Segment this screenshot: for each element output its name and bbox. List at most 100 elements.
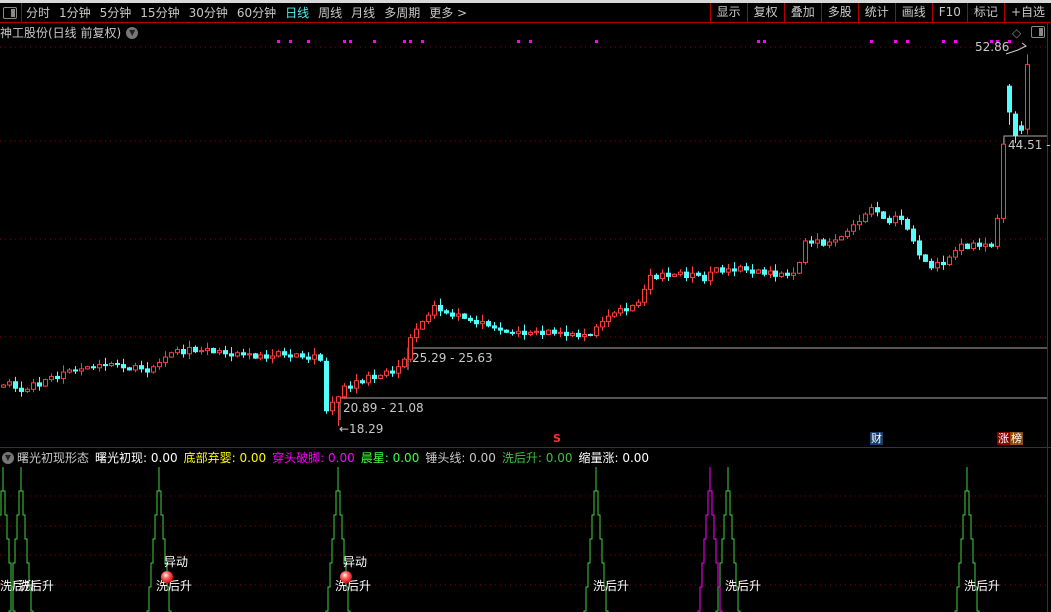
candle-down bbox=[989, 243, 994, 247]
candle-up bbox=[1001, 143, 1006, 219]
candle-up bbox=[133, 365, 138, 371]
signal-dot bbox=[343, 40, 346, 43]
indicator-name[interactable]: 曙光初现形态 bbox=[17, 449, 89, 466]
candle-up bbox=[797, 261, 802, 274]
wash-rise-label: 洗后升 bbox=[593, 579, 630, 593]
candle-up bbox=[803, 240, 808, 263]
candle-up bbox=[7, 381, 12, 386]
candle-down bbox=[498, 327, 503, 331]
candle-up bbox=[151, 366, 156, 373]
red-ball-icon bbox=[161, 571, 173, 583]
candle-down bbox=[821, 239, 826, 246]
candle-up bbox=[959, 243, 964, 252]
signal-dot bbox=[277, 40, 280, 43]
candle-up bbox=[420, 321, 425, 330]
candle-down bbox=[288, 354, 293, 358]
candle-up bbox=[402, 358, 407, 368]
candle-up bbox=[235, 352, 240, 357]
candle-down bbox=[444, 310, 449, 314]
kline-chart[interactable] bbox=[0, 0, 1051, 612]
candle-up bbox=[432, 304, 437, 316]
candle-up bbox=[612, 312, 617, 317]
signal-dot bbox=[307, 40, 310, 43]
candle-up bbox=[25, 388, 30, 392]
finance-marker[interactable]: 财 bbox=[870, 432, 883, 445]
candle-up bbox=[396, 366, 401, 374]
indicator-header: ▼ 曙光初现形态 曙光初现: 0.00 底部弃婴: 0.00 穿头破脚: 0.0… bbox=[0, 449, 655, 466]
candle-up bbox=[157, 361, 162, 368]
abnormal-move-label: 异动 bbox=[343, 555, 368, 569]
candle-down bbox=[762, 269, 767, 275]
engulfing-spike bbox=[709, 467, 723, 612]
candle-down bbox=[127, 367, 132, 371]
candle-up bbox=[708, 271, 713, 282]
candle-up bbox=[606, 315, 611, 323]
signal-dot bbox=[870, 40, 873, 43]
candle-up bbox=[247, 353, 252, 356]
candle-down bbox=[253, 353, 258, 359]
ranking-marker[interactable]: 榜 bbox=[1010, 432, 1023, 445]
signal-dot bbox=[421, 40, 424, 43]
candle-down bbox=[121, 364, 126, 369]
panel-toggle-icon[interactable] bbox=[1031, 26, 1045, 38]
candle-down bbox=[977, 242, 982, 247]
candle-up bbox=[833, 239, 838, 243]
signal-dot bbox=[403, 40, 406, 43]
candle-down bbox=[1019, 125, 1024, 131]
candle-up bbox=[863, 213, 868, 223]
candle-up bbox=[205, 347, 210, 352]
candle-down bbox=[306, 356, 311, 360]
wash-rise-label: 洗后升 bbox=[18, 579, 55, 593]
candle-down bbox=[887, 217, 892, 224]
candle-down bbox=[773, 270, 778, 277]
limit-up-marker[interactable]: 涨 bbox=[997, 432, 1010, 445]
candle-down bbox=[474, 319, 479, 325]
candle-down bbox=[13, 381, 18, 389]
signal-dot bbox=[763, 40, 766, 43]
candle-up bbox=[354, 380, 359, 389]
candle-up bbox=[85, 366, 90, 370]
candle-down bbox=[540, 330, 545, 335]
s-marker[interactable]: S bbox=[552, 432, 562, 445]
candle-up bbox=[714, 267, 719, 273]
candle-down bbox=[372, 374, 377, 380]
candle-down bbox=[929, 260, 934, 269]
candle-up bbox=[169, 352, 174, 358]
signal-dot bbox=[942, 40, 945, 43]
candle-up bbox=[378, 374, 383, 380]
signal-dot bbox=[757, 40, 760, 43]
engulfing-spike bbox=[697, 467, 711, 612]
diamond-icon[interactable]: ◇ bbox=[1012, 26, 1021, 40]
signal-dot bbox=[289, 40, 292, 43]
candle-down bbox=[492, 325, 497, 329]
candle-up bbox=[630, 304, 635, 312]
candle-up bbox=[336, 396, 341, 403]
candle-down bbox=[965, 243, 970, 249]
candle-down bbox=[899, 215, 904, 220]
candle-up bbox=[258, 354, 263, 359]
high-price-label: 52.86 bbox=[975, 40, 1010, 54]
candle-up bbox=[690, 272, 695, 278]
candle-up bbox=[953, 250, 958, 258]
candle-up bbox=[217, 350, 222, 354]
candle-up bbox=[738, 266, 743, 272]
candle-up bbox=[845, 230, 850, 238]
candle-up bbox=[456, 313, 461, 317]
candle-down bbox=[264, 354, 269, 359]
wash-rise-label: 洗后升 bbox=[964, 579, 1001, 593]
candle-down bbox=[450, 312, 455, 317]
indicator-value-morning-star: 晨星: 0.00 bbox=[360, 451, 420, 465]
candle-down bbox=[666, 272, 671, 277]
candle-down bbox=[522, 330, 527, 335]
candle-down bbox=[91, 366, 96, 369]
candle-down bbox=[1007, 85, 1012, 113]
gap-low-label: 20.89 - 21.08 bbox=[343, 401, 424, 415]
red-ball-icon bbox=[340, 571, 352, 583]
candle-down bbox=[282, 351, 287, 356]
candle-down bbox=[785, 272, 790, 276]
indicator-menu-icon[interactable]: ▼ bbox=[2, 451, 14, 464]
candle-down bbox=[324, 360, 329, 412]
candle-down bbox=[139, 365, 144, 370]
signal-dot bbox=[595, 40, 598, 43]
candle-up bbox=[600, 321, 605, 328]
